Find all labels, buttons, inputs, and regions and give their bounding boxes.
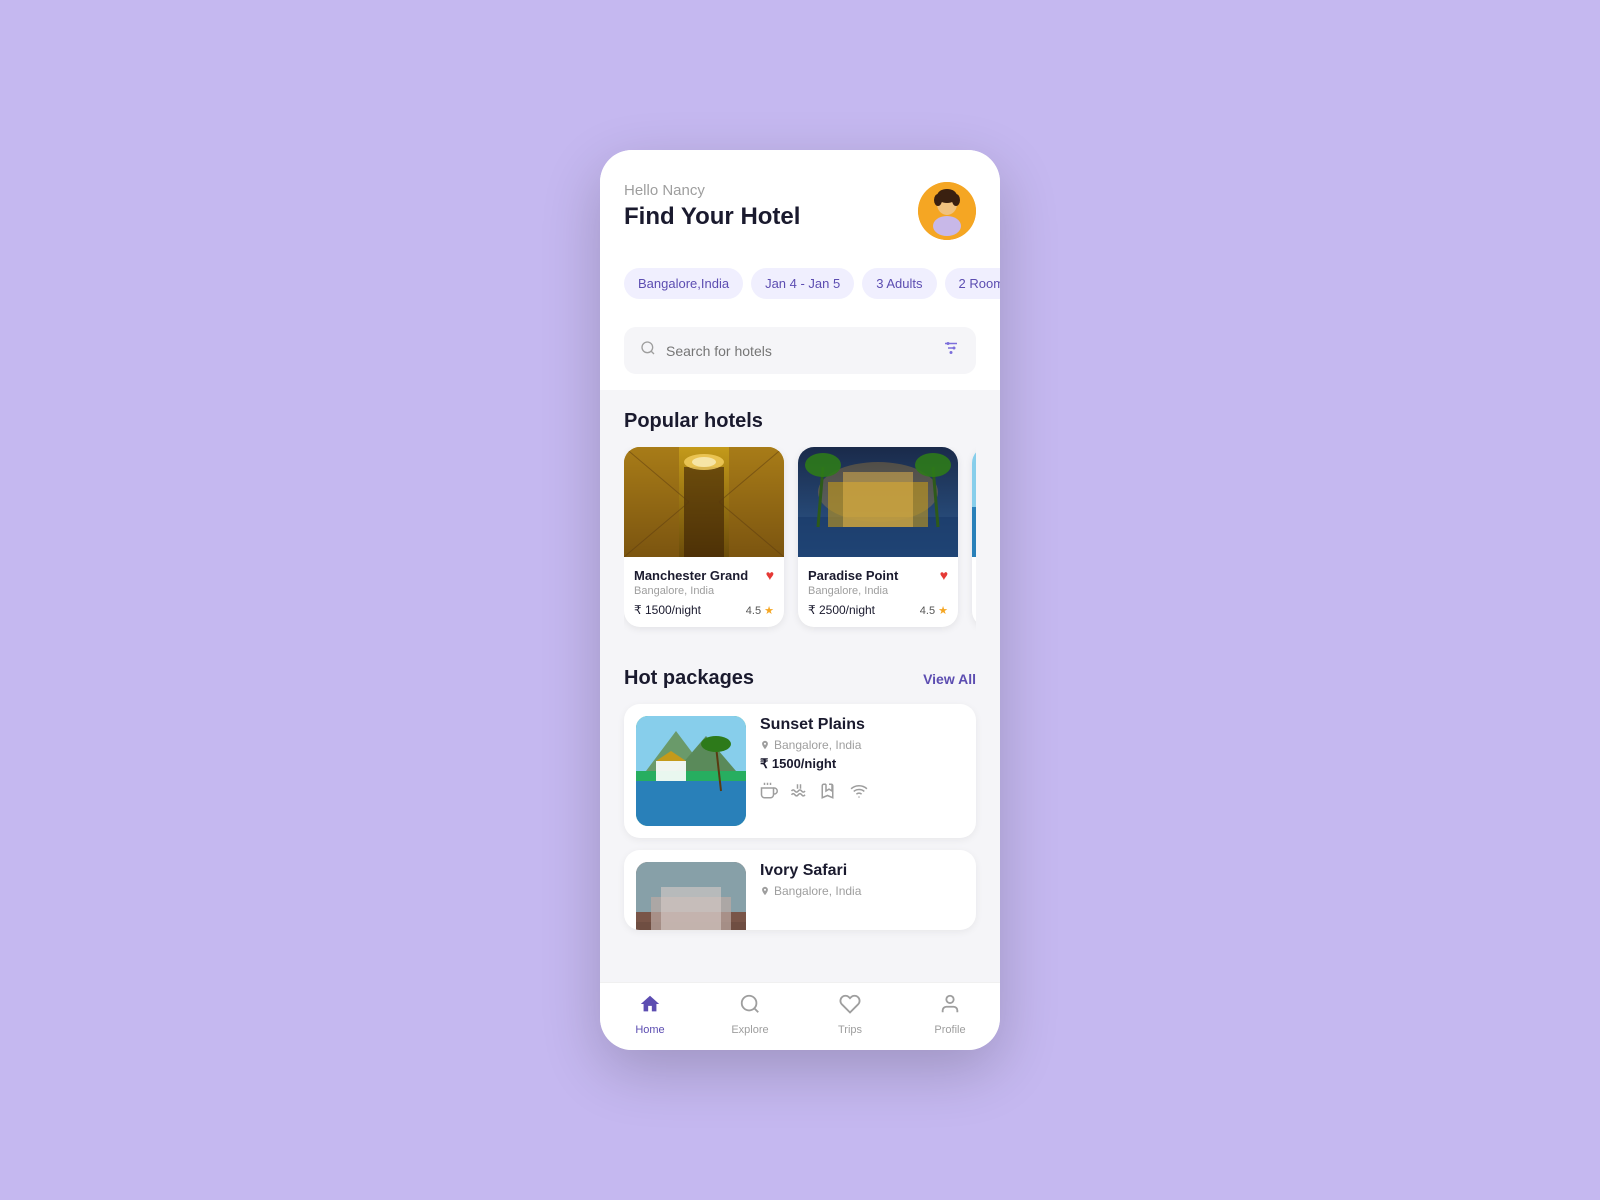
hotel-name-row-1: Paradise Point ♥ xyxy=(808,567,948,583)
hotel-name-1: Paradise Point xyxy=(808,568,898,583)
popular-hotels-title: Popular hotels xyxy=(624,410,976,433)
package-location-0: Bangalore, India xyxy=(760,738,964,752)
packages-header: Hot packages View All xyxy=(624,667,976,690)
nav-profile-label: Profile xyxy=(934,1024,965,1036)
avatar[interactable] xyxy=(918,182,976,240)
home-icon xyxy=(639,993,661,1021)
popular-hotels-section: Popular hotels xyxy=(600,390,1000,647)
bottom-nav: Home Explore Trips xyxy=(600,982,1000,1050)
filter-row: Bangalore,India Jan 4 - Jan 5 3 Adults 2… xyxy=(600,256,1000,311)
nav-explore[interactable]: Explore xyxy=(700,993,800,1036)
search-section xyxy=(600,311,1000,390)
star-icon-0: ★ xyxy=(764,605,774,617)
filter-guests[interactable]: 3 Adults xyxy=(862,268,936,299)
restaurant-icon xyxy=(760,782,778,805)
greeting-text: Hello Nancy xyxy=(624,182,800,199)
hotels-scroll: Manchester Grand ♥ Bangalore, India ₹ 15… xyxy=(624,447,976,635)
hotel-image-2 xyxy=(972,447,976,557)
bar-icon xyxy=(820,782,838,805)
hotel-price-row-0: ₹ 1500/night 4.5 ★ xyxy=(634,603,774,617)
amenities-0 xyxy=(760,782,964,805)
star-icon-1: ★ xyxy=(938,605,948,617)
header: Hello Nancy Find Your Hotel xyxy=(600,150,1000,256)
hotel-card-2[interactable]: Mandar Bangalo ₹ 3000/ xyxy=(972,447,976,627)
hotel-name-row-0: Manchester Grand ♥ xyxy=(634,567,774,583)
package-location-1: Bangalore, India xyxy=(760,884,964,898)
filter-location[interactable]: Bangalore,India xyxy=(624,268,743,299)
header-text: Hello Nancy Find Your Hotel xyxy=(624,182,800,231)
package-name-0: Sunset Plains xyxy=(760,716,964,734)
package-details-0: Sunset Plains Bangalore, India ₹ 1500/ni… xyxy=(760,716,964,805)
package-details-1: Ivory Safari Bangalore, India xyxy=(760,862,964,902)
package-name-1: Ivory Safari xyxy=(760,862,964,880)
nav-home-label: Home xyxy=(635,1024,664,1036)
nav-trips-label: Trips xyxy=(838,1024,862,1036)
package-image-1 xyxy=(636,862,746,930)
nav-home[interactable]: Home xyxy=(600,993,700,1036)
hotel-card-1[interactable]: Paradise Point ♥ Bangalore, India ₹ 2500… xyxy=(798,447,958,627)
page-title: Find Your Hotel xyxy=(624,203,800,231)
package-image-0 xyxy=(636,716,746,826)
explore-icon xyxy=(739,993,761,1021)
hotel-info-1: Paradise Point ♥ Bangalore, India ₹ 2500… xyxy=(798,557,958,627)
hotel-price-1: ₹ 2500/night xyxy=(808,603,875,617)
hotel-heart-1[interactable]: ♥ xyxy=(940,567,948,583)
nav-explore-label: Explore xyxy=(731,1024,768,1036)
nav-trips[interactable]: Trips xyxy=(800,993,900,1036)
hotel-location-1: Bangalore, India xyxy=(808,585,948,597)
profile-icon xyxy=(939,993,961,1021)
search-input[interactable] xyxy=(666,343,932,359)
hotel-image-0 xyxy=(624,447,784,557)
hotel-card-0[interactable]: Manchester Grand ♥ Bangalore, India ₹ 15… xyxy=(624,447,784,627)
hotel-info-0: Manchester Grand ♥ Bangalore, India ₹ 15… xyxy=(624,557,784,627)
hotel-location-0: Bangalore, India xyxy=(634,585,774,597)
view-all-button[interactable]: View All xyxy=(923,671,976,687)
content-scroll: Hello Nancy Find Your Hotel Bang xyxy=(600,150,1000,1050)
search-bar xyxy=(624,327,976,374)
hotel-heart-0[interactable]: ♥ xyxy=(766,567,774,583)
hot-packages-section: Hot packages View All xyxy=(600,647,1000,954)
hotel-rating-1: 4.5 ★ xyxy=(920,604,948,617)
phone-frame: Hello Nancy Find Your Hotel Bang xyxy=(600,150,1000,1050)
filter-rooms[interactable]: 2 Rooms xyxy=(945,268,1001,299)
hotel-price-0: ₹ 1500/night xyxy=(634,603,701,617)
package-card-0[interactable]: Sunset Plains Bangalore, India ₹ 1500/ni… xyxy=(624,704,976,838)
hotel-price-row-1: ₹ 2500/night 4.5 ★ xyxy=(808,603,948,617)
hot-packages-title: Hot packages xyxy=(624,667,754,690)
hotel-info-2: Mandar Bangalo ₹ 3000/ xyxy=(972,557,976,626)
package-card-1[interactable]: Ivory Safari Bangalore, India xyxy=(624,850,976,930)
hotel-image-1 xyxy=(798,447,958,557)
nav-profile[interactable]: Profile xyxy=(900,993,1000,1036)
hotel-name-0: Manchester Grand xyxy=(634,568,748,583)
hotel-rating-0: 4.5 ★ xyxy=(746,604,774,617)
trips-icon xyxy=(839,993,861,1021)
filter-icon-button[interactable] xyxy=(942,339,960,362)
search-icon xyxy=(640,340,656,361)
filter-dates[interactable]: Jan 4 - Jan 5 xyxy=(751,268,854,299)
package-price-0: ₹ 1500/night xyxy=(760,756,964,772)
wifi-icon xyxy=(850,782,868,805)
pool-icon xyxy=(790,782,808,805)
